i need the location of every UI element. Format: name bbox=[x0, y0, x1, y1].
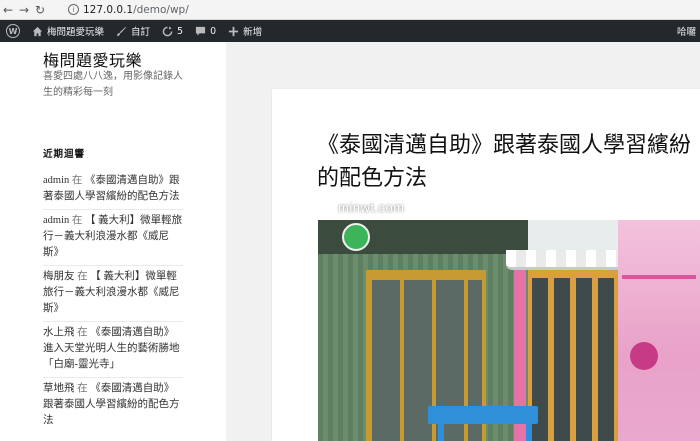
photo-glass-pane bbox=[576, 278, 592, 441]
comment-bubble-icon bbox=[195, 26, 206, 36]
comment-on-word: 在 bbox=[77, 271, 88, 282]
photo-glass-pane bbox=[554, 278, 570, 441]
site-name-label: 梅問題愛玩樂 bbox=[47, 27, 105, 38]
wordpress-logo-icon: W bbox=[6, 24, 20, 38]
photo-watermark: minwt.com bbox=[338, 200, 405, 215]
wp-admin-bar: W 梅問題愛玩樂 自訂 5 0 新增 哈囉 bbox=[0, 20, 700, 42]
comment-on-word: 在 bbox=[77, 383, 88, 394]
user-greeting: 哈囉 bbox=[676, 27, 696, 38]
comment-on-word: 在 bbox=[77, 327, 88, 338]
list-item: admin 在 《泰國清邁自助》跟著泰國人學習繽紛的配色方法 bbox=[43, 170, 183, 209]
site-name-menu[interactable]: 梅問題愛玩樂 bbox=[26, 20, 110, 42]
updates-menu[interactable]: 5 bbox=[156, 20, 189, 42]
list-item: 梅朋友 在 【 義大利】微單輕旅行－義大利浪漫水都《威尼斯》 bbox=[43, 265, 183, 321]
photo-awning bbox=[506, 250, 626, 270]
home-icon bbox=[32, 26, 43, 36]
site-title[interactable]: 梅問題愛玩樂 bbox=[43, 47, 142, 71]
photo-bench-leg bbox=[438, 424, 444, 441]
photo-glass-pane bbox=[372, 280, 400, 441]
recent-comments-title: 近期迴響 bbox=[43, 149, 86, 160]
site-description: 喜愛四處八八逸，用影像記錄人生的精彩每一刻 bbox=[43, 71, 183, 98]
new-content-menu[interactable]: 新增 bbox=[222, 20, 268, 42]
photo-ad-banner bbox=[622, 275, 696, 279]
url-host: 127.0.0.1 bbox=[83, 3, 134, 16]
forward-arrow-icon[interactable]: → bbox=[16, 0, 32, 20]
new-content-label: 新增 bbox=[243, 27, 263, 38]
comment-author: 水上飛 bbox=[43, 327, 75, 338]
customize-menu[interactable]: 自訂 bbox=[110, 20, 156, 42]
my-account-menu[interactable]: 哈囉 bbox=[677, 20, 696, 42]
browser-toolbar: ← → ↻ i 127.0.0.1/demo/wp/ bbox=[0, 0, 700, 20]
photo-sale-badge bbox=[630, 342, 658, 370]
info-icon[interactable]: i bbox=[68, 4, 79, 15]
url-path: /demo/wp/ bbox=[133, 3, 189, 16]
photo-blue-bench bbox=[428, 406, 538, 424]
photo-bench-leg bbox=[526, 424, 532, 441]
list-item: 草地飛 在 《泰國清邁自助》跟著泰國人學習繽紛的配色方法 bbox=[43, 377, 183, 433]
featured-image bbox=[318, 220, 700, 441]
comment-author[interactable]: admin bbox=[43, 175, 69, 186]
wp-logo-menu[interactable]: W bbox=[0, 20, 26, 42]
photo-round-sign bbox=[342, 223, 370, 251]
brush-icon bbox=[116, 26, 127, 36]
comments-count: 0 bbox=[210, 25, 217, 37]
recent-comments-list: admin 在 《泰國清邁自助》跟著泰國人學習繽紛的配色方法 admin 在 【… bbox=[43, 170, 183, 433]
list-item: 水上飛 在 《泰國清邁自助》進入天堂光明人生的藝術勝地「白廟-靈光寺」 bbox=[43, 321, 183, 377]
comment-author: 梅朋友 bbox=[43, 271, 75, 282]
customize-label: 自訂 bbox=[131, 27, 151, 38]
plus-icon bbox=[229, 26, 239, 36]
comment-author: 草地飛 bbox=[43, 383, 75, 394]
photo-ad-board bbox=[618, 220, 700, 441]
post-title[interactable]: 《泰國清邁自助》跟著泰國人學習繽紛的配色方法 bbox=[317, 129, 697, 195]
comment-on-word: 在 bbox=[71, 175, 83, 186]
list-item: admin 在 【 義大利】微單輕旅行－義大利浪漫水都《威尼斯》 bbox=[43, 209, 183, 265]
comments-menu[interactable]: 0 bbox=[189, 20, 222, 42]
photo-glass-pane bbox=[598, 278, 614, 441]
back-arrow-icon[interactable]: ← bbox=[0, 0, 16, 20]
reload-icon[interactable]: ↻ bbox=[32, 0, 48, 20]
comment-author[interactable]: admin bbox=[43, 215, 69, 226]
address-bar[interactable]: i 127.0.0.1/demo/wp/ bbox=[68, 2, 189, 18]
comment-on-word: 在 bbox=[71, 215, 83, 226]
updates-icon bbox=[162, 25, 173, 36]
updates-count: 5 bbox=[177, 25, 184, 37]
